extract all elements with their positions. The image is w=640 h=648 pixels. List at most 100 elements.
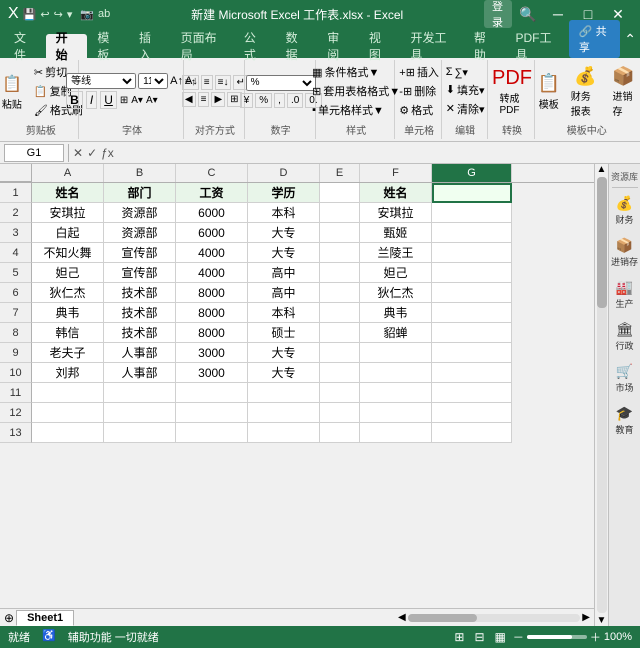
cell-e3[interactable] (320, 223, 360, 243)
cell-f6[interactable]: 狄仁杰 (360, 283, 432, 303)
cell-d8[interactable]: 硕士 (248, 323, 320, 343)
cell-g2[interactable] (432, 203, 512, 223)
cell-g5[interactable] (432, 263, 512, 283)
border-button[interactable]: ⊞ (120, 95, 128, 106)
cell-d1[interactable]: 学历 (248, 183, 320, 203)
zoom-in-button[interactable]: ＋ (590, 629, 601, 645)
cell-a7[interactable]: 典韦 (32, 303, 104, 323)
cell-g10[interactable] (432, 363, 512, 383)
clear-button[interactable]: ✕ 清除▾ (443, 100, 488, 118)
cell-f8[interactable]: 貂蝉 (360, 323, 432, 343)
inventory-button[interactable]: 📦 进销存 (608, 62, 638, 120)
row-header-5[interactable]: 5 (0, 263, 32, 283)
cell-a5[interactable]: 妲己 (32, 263, 104, 283)
row-header-2[interactable]: 2 (0, 203, 32, 223)
cell-e7[interactable] (320, 303, 360, 323)
tab-pdf[interactable]: PDF工具 (506, 34, 569, 58)
scroll-right-icon[interactable]: ▶ (582, 612, 590, 623)
conditional-format-button[interactable]: ▦ 条件格式▼ (309, 63, 403, 81)
login-button[interactable]: 登录 (484, 0, 512, 28)
sidebar-item-admin[interactable]: 🏛 行政 (611, 316, 639, 356)
cell-c11[interactable] (176, 383, 248, 403)
cell-f1[interactable]: 姓名 (360, 183, 432, 203)
bold-button[interactable]: B (66, 91, 83, 109)
col-header-f[interactable]: F (360, 164, 432, 182)
quick-access-redo[interactable]: ↪ (54, 8, 63, 21)
sidebar-item-education[interactable]: 🎓 教育 (611, 400, 639, 440)
convert-pdf-button[interactable]: PDF 转成PDF (496, 64, 529, 118)
cell-f2[interactable]: 安琪拉 (360, 203, 432, 223)
cell-d5[interactable]: 高中 (248, 263, 320, 283)
cell-a12[interactable] (32, 403, 104, 423)
col-header-c[interactable]: C (176, 164, 248, 182)
col-header-a[interactable]: A (32, 164, 104, 182)
select-all-button[interactable] (0, 164, 32, 182)
tab-insert[interactable]: 插入 (129, 34, 171, 58)
cell-b7[interactable]: 技术部 (104, 303, 176, 323)
cell-c10[interactable]: 3000 (176, 363, 248, 383)
cell-e2[interactable] (320, 203, 360, 223)
cell-f5[interactable]: 妲己 (360, 263, 432, 283)
font-color-button[interactable]: A▾ (146, 95, 158, 106)
cell-b13[interactable] (104, 423, 176, 443)
row-header-6[interactable]: 6 (0, 283, 32, 303)
cell-b3[interactable]: 资源部 (104, 223, 176, 243)
v-scroll-track[interactable] (597, 177, 607, 613)
cell-c1[interactable]: 工资 (176, 183, 248, 203)
tab-developer[interactable]: 开发工具 (401, 34, 464, 58)
quick-access-screenshot[interactable]: 📷 (80, 8, 94, 21)
tab-template[interactable]: 模板 (87, 34, 129, 58)
cell-c3[interactable]: 6000 (176, 223, 248, 243)
cell-f4[interactable]: 兰陵王 (360, 243, 432, 263)
cell-g8[interactable] (432, 323, 512, 343)
cell-c4[interactable]: 4000 (176, 243, 248, 263)
row-header-8[interactable]: 8 (0, 323, 32, 343)
align-left-button[interactable]: ◀ (182, 92, 196, 107)
align-middle-button[interactable]: ≡ (201, 75, 213, 90)
italic-button[interactable]: I (86, 91, 97, 109)
h-scrollbar[interactable]: ◀ ▶ (394, 609, 594, 626)
cell-a4[interactable]: 不知火舞 (32, 243, 104, 263)
scroll-down-icon[interactable]: ▼ (597, 615, 607, 626)
tab-file[interactable]: 文件 (4, 34, 46, 58)
page-break-view-button[interactable]: ▦ (492, 629, 509, 645)
cell-g12[interactable] (432, 403, 512, 423)
zoom-out-button[interactable]: － (513, 629, 524, 645)
sidebar-item-inventory[interactable]: 📦 进销存 (611, 232, 639, 272)
col-header-g[interactable]: G (432, 164, 512, 182)
row-header-10[interactable]: 10 (0, 363, 32, 383)
normal-view-button[interactable]: ⊞ (451, 629, 467, 645)
font-size-select[interactable]: 11 (138, 73, 168, 89)
cell-d10[interactable]: 大专 (248, 363, 320, 383)
cell-b10[interactable]: 人事部 (104, 363, 176, 383)
cell-a6[interactable]: 狄仁杰 (32, 283, 104, 303)
cell-d9[interactable]: 大专 (248, 343, 320, 363)
cell-c7[interactable]: 8000 (176, 303, 248, 323)
row-header-4[interactable]: 4 (0, 243, 32, 263)
v-scrollbar[interactable]: ▲ ▼ (594, 164, 608, 626)
cell-d2[interactable]: 本科 (248, 203, 320, 223)
scroll-left-icon[interactable]: ◀ (398, 612, 406, 623)
cell-g1[interactable] (432, 183, 512, 203)
col-header-d[interactable]: D (248, 164, 320, 182)
sidebar-item-market[interactable]: 🛒 市场 (611, 358, 639, 398)
share-button[interactable]: 🔗 共享 (569, 20, 620, 58)
cell-f7[interactable]: 典韦 (360, 303, 432, 323)
cell-f11[interactable] (360, 383, 432, 403)
cell-b11[interactable] (104, 383, 176, 403)
cell-g6[interactable] (432, 283, 512, 303)
comma-button[interactable]: , (274, 93, 285, 108)
cell-e12[interactable] (320, 403, 360, 423)
insert-cells-button[interactable]: +⊞ 插入 (396, 63, 442, 81)
font-name-select[interactable]: 等线 (66, 73, 136, 89)
increase-decimal-button[interactable]: .0 (287, 93, 303, 108)
cell-c13[interactable] (176, 423, 248, 443)
tab-help[interactable]: 帮助 (464, 34, 506, 58)
align-top-button[interactable]: ≡↑ (182, 75, 199, 90)
cell-g3[interactable] (432, 223, 512, 243)
sidebar-item-finance[interactable]: 💰 财务 (611, 190, 639, 230)
cell-reference-input[interactable] (4, 144, 64, 162)
fill-color-button[interactable]: A▾ (131, 95, 143, 106)
underline-button[interactable]: U (100, 91, 117, 109)
scroll-up-icon[interactable]: ▲ (597, 164, 607, 175)
